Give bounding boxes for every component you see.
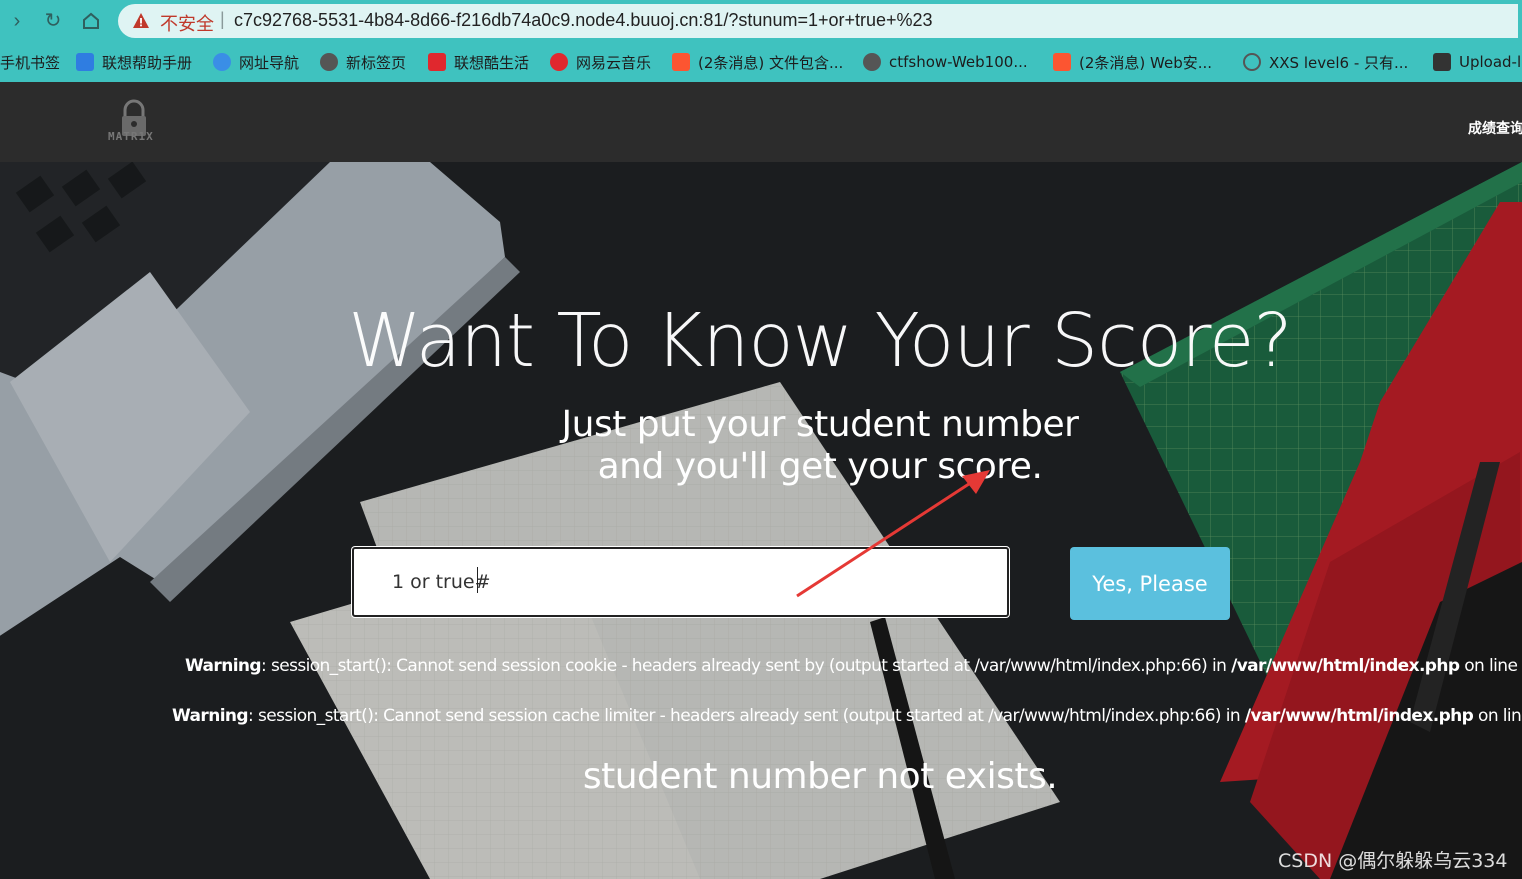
csdn-icon <box>1053 53 1071 71</box>
bookmark-item[interactable]: Upload-l <box>1433 51 1521 73</box>
bookmark-item[interactable]: 联想帮助手册 <box>76 51 192 73</box>
lenovo-icon <box>428 53 446 71</box>
music-icon <box>550 53 568 71</box>
bookmark-label: (2条消息) 文件包含... <box>698 53 844 72</box>
warning-file: /var/www/html/index.php <box>1244 706 1474 726</box>
bird-icon <box>1243 53 1261 71</box>
bookmark-label: 新标签页 <box>346 53 407 72</box>
bookmark-item[interactable]: 网易云音乐 <box>550 51 651 73</box>
home-icon[interactable] <box>80 10 102 32</box>
warning-line-prefix: on line <box>1459 656 1522 676</box>
bookmark-item[interactable]: ctfshow-Web100... <box>863 51 1028 73</box>
warning-label: Warning <box>185 656 262 676</box>
hero-subtitle: Just put your student number and you'll … <box>0 404 1522 488</box>
warning-line-prefix: on line <box>1478 706 1522 726</box>
url-separator: | <box>220 9 225 29</box>
subtitle-line-1: Just put your student number <box>561 404 1079 445</box>
address-bar[interactable]: 不安全 | c7c92768-5531-4b84-8d66-f216db74a0… <box>118 4 1518 38</box>
bookmark-item[interactable]: XXS level6 - 只有... <box>1243 51 1408 73</box>
security-label[interactable]: 不安全 <box>160 10 214 36</box>
bookmarks-bar: 手机书签 联想帮助手册 网址导航 新标签页 联想酷生活 网易云音乐 (2条消息)… <box>0 42 1522 82</box>
forward-icon[interactable]: › <box>6 10 28 32</box>
bookmark-label: ctfshow-Web100... <box>889 53 1028 71</box>
bookmark-item[interactable]: 手机书签 <box>0 51 60 73</box>
bookmark-item[interactable]: (2条消息) Web安... <box>1053 51 1212 73</box>
logo-text[interactable]: MATR1X <box>108 130 154 143</box>
subtitle-line-2: and you'll get your score. <box>597 446 1043 487</box>
bookmark-label: XXS level6 - 只有... <box>1269 53 1409 72</box>
hero-section: Want To Know Your Score? Just put your s… <box>0 162 1522 879</box>
bookmark-label: 联想酷生活 <box>454 53 530 72</box>
doc-icon <box>76 53 94 71</box>
bookmark-label: 联想帮助手册 <box>102 53 193 72</box>
edge-icon <box>863 53 881 71</box>
php-warning: Warning: session_start(): Cannot send se… <box>185 656 1522 676</box>
warning-file: /var/www/html/index.php <box>1231 656 1460 676</box>
warning-label: Warning <box>172 706 249 726</box>
text-caret <box>477 567 478 593</box>
bookmark-label: 网易云音乐 <box>576 53 652 72</box>
result-message: student number not exists. <box>582 756 1058 797</box>
bookmark-label: 手机书签 <box>0 53 61 72</box>
warning-icon <box>133 13 149 28</box>
page-title: Want To Know Your Score? <box>348 298 1292 384</box>
submit-button[interactable]: Yes, Please <box>1070 547 1230 620</box>
bookmark-item[interactable]: 新标签页 <box>320 51 406 73</box>
php-warning: Warning: session_start(): Cannot send se… <box>172 706 1522 726</box>
bookmark-item[interactable]: 联想酷生活 <box>428 51 529 73</box>
bookmark-label: Upload-l <box>1459 53 1522 71</box>
csdn-icon <box>672 53 690 71</box>
warning-message: : session_start(): Cannot send session c… <box>261 656 1232 676</box>
compass-icon <box>213 53 231 71</box>
site-header: MATR1X 成绩查询 <box>0 82 1522 162</box>
bookmark-item[interactable]: (2条消息) 文件包含... <box>672 51 843 73</box>
bookmark-label: 网址导航 <box>239 53 300 72</box>
nav-link-score-query[interactable]: 成绩查询 <box>1468 118 1522 138</box>
edge-icon <box>320 53 338 71</box>
warning-message: : session_start(): Cannot send session c… <box>248 706 1245 726</box>
reload-icon[interactable]: ↻ <box>42 10 64 32</box>
browser-toolbar: › ↻ 不安全 | c7c92768-5531-4b84-8d66-f216db… <box>0 0 1522 42</box>
watermark: CSDN @偶尔躲躲乌云334 <box>1278 850 1508 872</box>
url-text[interactable]: c7c92768-5531-4b84-8d66-f216db74a0c9.nod… <box>234 10 933 31</box>
bookmark-label: (2条消息) Web安... <box>1079 53 1213 72</box>
student-number-input[interactable] <box>352 547 1009 617</box>
flag-icon <box>1433 53 1451 71</box>
bookmark-item[interactable]: 网址导航 <box>213 51 299 73</box>
